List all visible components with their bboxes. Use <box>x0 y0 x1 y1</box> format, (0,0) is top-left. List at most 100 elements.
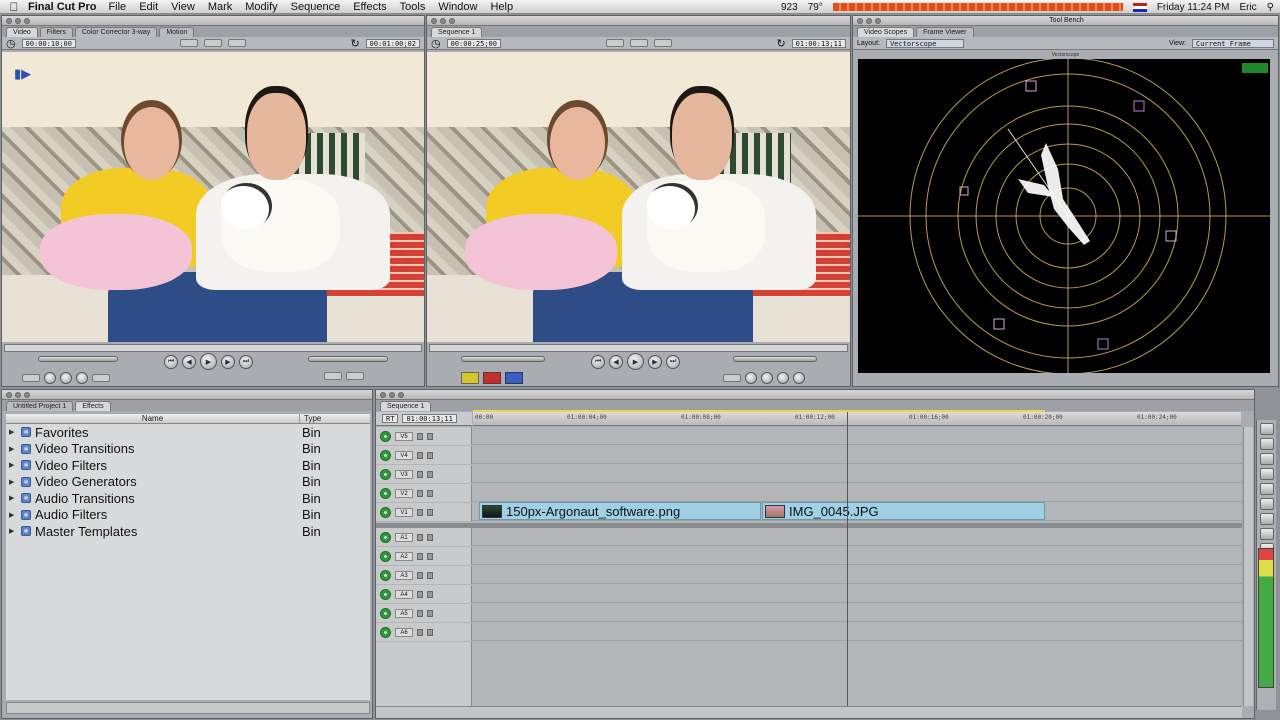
tab-frame-viewer[interactable]: Frame Viewer <box>916 27 974 37</box>
auto-select-icon[interactable] <box>427 628 433 636</box>
zoom-icon[interactable] <box>24 17 30 24</box>
lock-icon[interactable] <box>417 628 423 636</box>
track-audible-icon[interactable] <box>380 569 391 581</box>
generator-popup[interactable] <box>346 372 364 380</box>
track-v5[interactable]: V5 <box>376 427 1242 445</box>
insert-edit-button[interactable] <box>461 372 479 384</box>
track-visibility-icon[interactable] <box>380 468 391 480</box>
track-audible-icon[interactable] <box>380 531 391 543</box>
browser-titlebar[interactable] <box>2 390 372 400</box>
apple-menu-icon[interactable]:  <box>0 0 28 14</box>
mark-out-icon[interactable] <box>60 372 72 384</box>
auto-select-icon[interactable] <box>427 432 433 440</box>
lock-icon[interactable] <box>417 470 423 478</box>
tab-effects[interactable]: Effects <box>75 401 111 411</box>
viewer-scrubber-bar[interactable] <box>4 344 422 352</box>
spotlight-search-icon[interactable]: ⚲ <box>1267 2 1274 13</box>
go-to-next-edit-icon[interactable]: ⏭ <box>239 354 253 369</box>
minimize-icon[interactable] <box>15 17 21 24</box>
minimize-icon[interactable] <box>440 17 446 24</box>
viewer-view-popup[interactable] <box>204 39 223 47</box>
timeline-current-timecode[interactable]: 01:00:13;11 <box>402 414 457 423</box>
menu-window[interactable]: Window <box>438 1 477 13</box>
canvas-titlebar[interactable] <box>427 16 850 26</box>
disclosure-triangle-icon[interactable]: ▶ <box>9 511 17 519</box>
selection-tool-icon[interactable] <box>1259 423 1274 435</box>
viewer-jog-control[interactable] <box>308 356 388 362</box>
track-a5[interactable]: A5 <box>376 604 1242 622</box>
canvas-jog-control[interactable] <box>733 356 817 362</box>
zoom-icon[interactable] <box>24 391 30 398</box>
track-a2[interactable]: A2 <box>376 547 1242 565</box>
timeline-clip[interactable]: IMG_0045.JPG <box>762 502 1045 520</box>
auto-select-icon[interactable] <box>427 552 433 560</box>
slip-tool-icon[interactable] <box>1259 498 1274 510</box>
auto-select-icon[interactable] <box>427 609 433 617</box>
close-icon[interactable] <box>857 17 863 24</box>
tab-video-scopes[interactable]: Video Scopes <box>857 27 915 37</box>
go-to-previous-edit-icon[interactable]: ⏮ <box>164 354 178 369</box>
disclosure-triangle-icon[interactable]: ▶ <box>9 428 17 436</box>
timeline-titlebar[interactable] <box>376 390 1254 400</box>
lock-icon[interactable] <box>417 489 423 497</box>
list-item[interactable]: ▶ ∗ Master Templates Bin <box>6 523 370 540</box>
viewer-shuttle-control[interactable] <box>38 356 118 362</box>
lock-icon[interactable] <box>417 552 423 560</box>
canvas-shuttle-control[interactable] <box>461 356 545 362</box>
track-v2[interactable]: V2 <box>376 484 1242 502</box>
tab-filters[interactable]: Filters <box>39 27 73 37</box>
lock-icon[interactable] <box>417 432 423 440</box>
menu-file[interactable]: File <box>108 1 126 13</box>
rt-menu[interactable]: RT <box>382 414 399 423</box>
canvas-video-frame[interactable] <box>427 52 850 342</box>
zoom-icon[interactable] <box>449 17 455 24</box>
add-marker-icon[interactable] <box>76 372 88 384</box>
auto-select-icon[interactable] <box>427 533 433 541</box>
minimize-icon[interactable] <box>15 391 21 398</box>
track-a3[interactable]: A3 <box>376 566 1242 584</box>
minimize-icon[interactable] <box>389 391 395 398</box>
play-in-to-out-icon[interactable]: ◀ <box>182 354 196 369</box>
viewer-zoom-popup[interactable] <box>180 39 199 47</box>
edit-selection-tool-icon[interactable] <box>1259 438 1274 450</box>
menu-mark[interactable]: Mark <box>208 1 232 13</box>
track-v3[interactable]: V3 <box>376 465 1242 483</box>
zoom-icon[interactable] <box>875 17 881 24</box>
browser-horizontal-scrollbar[interactable] <box>6 702 370 714</box>
menu-sequence[interactable]: Sequence <box>291 1 341 13</box>
timeline-clip[interactable]: 150px-Argonaut_software.png <box>479 502 761 520</box>
play-around-icon[interactable]: ▶ <box>221 354 235 369</box>
ripple-tool-icon[interactable] <box>1259 468 1274 480</box>
viewer-overlay-popup[interactable] <box>228 39 247 47</box>
zoom-icon[interactable] <box>398 391 404 398</box>
column-name-header[interactable]: Name <box>6 414 300 423</box>
close-icon[interactable] <box>6 17 12 24</box>
track-a6[interactable]: A6 <box>376 623 1242 641</box>
tab-video[interactable]: Video <box>6 27 38 37</box>
match-frame-button[interactable] <box>22 374 40 382</box>
razor-tool-icon[interactable] <box>1259 513 1274 525</box>
track-a1[interactable]: A1 <box>376 528 1242 546</box>
close-icon[interactable] <box>6 391 12 398</box>
vectorscope-display[interactable] <box>858 57 1270 375</box>
track-visibility-icon[interactable] <box>380 487 391 499</box>
recent-clips-popup[interactable] <box>324 372 342 380</box>
viewer-loop-icon[interactable]: ↻ <box>350 37 359 50</box>
go-to-previous-edit-icon[interactable]: ⏮ <box>591 354 605 369</box>
mark-out-icon[interactable] <box>761 372 773 384</box>
track-visibility-icon[interactable] <box>380 449 391 461</box>
play-button-icon[interactable]: ▶ <box>200 353 217 370</box>
tab-sequence-1[interactable]: Sequence 1 <box>431 27 483 37</box>
list-item[interactable]: ▶ ∗ Video Filters Bin <box>6 457 370 474</box>
menu-modify[interactable]: Modify <box>245 1 277 13</box>
disclosure-triangle-icon[interactable]: ▶ <box>9 445 17 453</box>
lock-icon[interactable] <box>417 508 423 516</box>
play-around-icon[interactable]: ▶ <box>648 354 662 369</box>
list-item[interactable]: ▶ ∗ Audio Transitions Bin <box>6 490 370 507</box>
menu-user[interactable]: Eric <box>1239 2 1256 13</box>
auto-select-icon[interactable] <box>427 489 433 497</box>
column-type-header[interactable]: Type <box>300 414 370 423</box>
menu-help[interactable]: Help <box>490 1 513 13</box>
canvas-loop-icon[interactable]: ↻ <box>776 37 785 50</box>
timeline-vertical-scrollbar[interactable] <box>1243 427 1253 706</box>
